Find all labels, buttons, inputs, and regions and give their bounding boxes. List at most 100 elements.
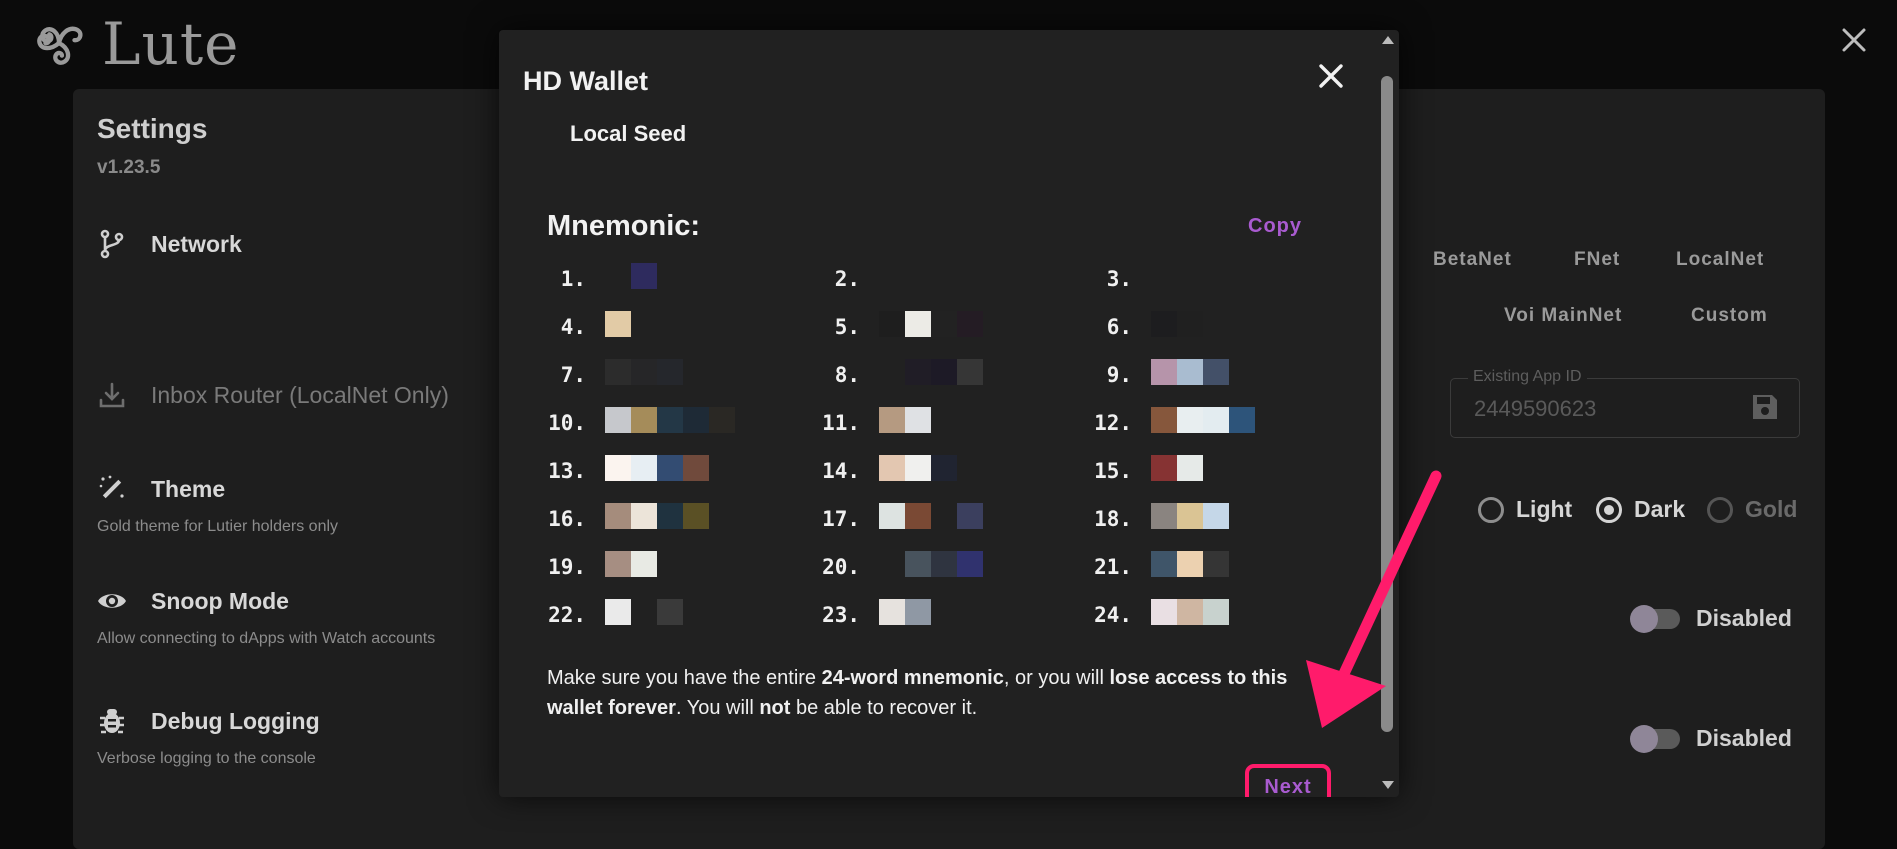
redaction-pixel (931, 311, 957, 337)
toggle-track[interactable] (1630, 604, 1680, 633)
redaction-pixel (605, 599, 631, 625)
redaction-pixel (879, 455, 905, 481)
radio-selected-icon (1596, 496, 1622, 523)
redaction-pixel (631, 359, 657, 385)
existing-app-id-label: Existing App ID (1468, 368, 1587, 386)
network-branch-icon (100, 229, 124, 259)
redaction-pixel (631, 599, 657, 625)
redaction-pixel (1203, 407, 1229, 433)
redaction-pixel (905, 599, 931, 625)
redacted-word (879, 551, 983, 577)
word-number: 15. (1094, 459, 1132, 483)
redaction-pixel (1151, 455, 1177, 481)
warning-text: . You will (675, 697, 760, 719)
copy-button[interactable]: Copy (1248, 215, 1302, 238)
theme-dark-radio[interactable]: Dark (1596, 496, 1685, 523)
network-custom-button[interactable]: Custom (1691, 305, 1768, 327)
redaction-pixel (957, 311, 983, 337)
redaction-pixel (879, 407, 905, 433)
redaction-pixel (605, 311, 631, 337)
eye-icon (98, 594, 126, 608)
mnemonic-warning: Make sure you have the entire 24-word mn… (547, 663, 1307, 723)
mnemonic-label: Mnemonic: (547, 210, 701, 242)
redaction-pixel (1229, 407, 1255, 433)
redaction-pixel (879, 599, 905, 625)
word-number: 22. (548, 603, 586, 627)
redacted-word (879, 503, 983, 529)
redaction-pixel (957, 503, 983, 529)
redacted-word (879, 455, 957, 481)
redaction-pixel (605, 455, 631, 481)
word-number: 14. (822, 459, 860, 483)
scroll-down-arrow-icon[interactable] (1382, 781, 1394, 789)
redacted-word (605, 503, 709, 529)
warning-text: be able to recover it. (790, 697, 978, 719)
redaction-pixel (1203, 599, 1229, 625)
word-number: 18. (1094, 507, 1132, 531)
word-number: 21. (1094, 555, 1132, 579)
snoop-mode-toggle[interactable]: Disabled (1630, 604, 1792, 633)
word-number: 5. (834, 315, 860, 339)
version-label: v1.23.5 (97, 157, 161, 178)
close-icon[interactable] (1315, 60, 1347, 92)
warning-text: , or you will (1003, 667, 1110, 689)
redaction-pixel (683, 503, 709, 529)
row-label: Snoop Mode (151, 588, 289, 614)
redaction-pixel (879, 359, 905, 385)
triskelion-logo-icon (37, 26, 83, 65)
redaction-pixel (905, 359, 931, 385)
word-number: 16. (548, 507, 586, 531)
row-label: Network (151, 231, 242, 257)
redaction-pixel (905, 407, 931, 433)
toggle-track[interactable] (1630, 724, 1680, 753)
next-button[interactable]: Next (1245, 764, 1331, 797)
redaction-pixel (605, 359, 631, 385)
row-label: Inbox Router (LocalNet Only) (151, 382, 449, 408)
annotation-arrow-icon (1306, 470, 1442, 728)
redaction-pixel (631, 455, 657, 481)
redacted-word (605, 263, 657, 289)
redaction-pixel (1177, 503, 1203, 529)
word-number: 6. (1106, 315, 1132, 339)
network-betanet-button[interactable]: BetaNet (1433, 249, 1512, 271)
redaction-pixel (1177, 551, 1203, 577)
redacted-word (879, 359, 983, 385)
redaction-pixel (879, 311, 905, 337)
redaction-pixel (1177, 599, 1203, 625)
magic-wand-icon (99, 475, 124, 499)
network-voi-mainnet-button[interactable]: Voi MainNet (1504, 305, 1622, 327)
redaction-pixel (683, 455, 709, 481)
redaction-pixel (1177, 311, 1203, 337)
radio-label: Gold (1745, 496, 1798, 522)
redaction-pixel (1177, 407, 1203, 433)
word-number: 8. (834, 363, 860, 387)
existing-app-id-value[interactable]: 2449590623 (1474, 396, 1596, 422)
save-icon[interactable] (1750, 392, 1780, 422)
redaction-pixel (657, 359, 683, 385)
redaction-pixel (879, 551, 905, 577)
network-fnet-button[interactable]: FNet (1574, 249, 1620, 271)
redaction-pixel (1151, 599, 1177, 625)
redaction-pixel (1177, 455, 1203, 481)
row-description: Gold theme for Lutier holders only (97, 518, 339, 535)
download-icon (99, 382, 125, 408)
word-number: 9. (1106, 363, 1132, 387)
warning-text: Make sure you have the entire (547, 667, 822, 689)
scroll-up-arrow-icon[interactable] (1382, 36, 1394, 44)
word-number: 23. (822, 603, 860, 627)
redacted-word (1151, 359, 1229, 385)
app-name: Lute (102, 10, 240, 78)
network-localnet-button[interactable]: LocalNet (1676, 249, 1764, 271)
redaction-pixel (957, 551, 983, 577)
radio-circle-icon (1707, 496, 1733, 523)
word-number: 19. (548, 555, 586, 579)
debug-logging-toggle[interactable]: Disabled (1630, 724, 1792, 753)
theme-light-radio[interactable]: Light (1478, 496, 1572, 523)
radio-label: Light (1516, 496, 1573, 522)
close-icon[interactable] (1836, 22, 1872, 58)
theme-gold-radio[interactable]: Gold (1707, 496, 1797, 523)
row-label: Theme (151, 476, 226, 502)
redaction-pixel (905, 311, 931, 337)
redaction-pixel (931, 359, 957, 385)
row-label: Debug Logging (151, 708, 320, 734)
